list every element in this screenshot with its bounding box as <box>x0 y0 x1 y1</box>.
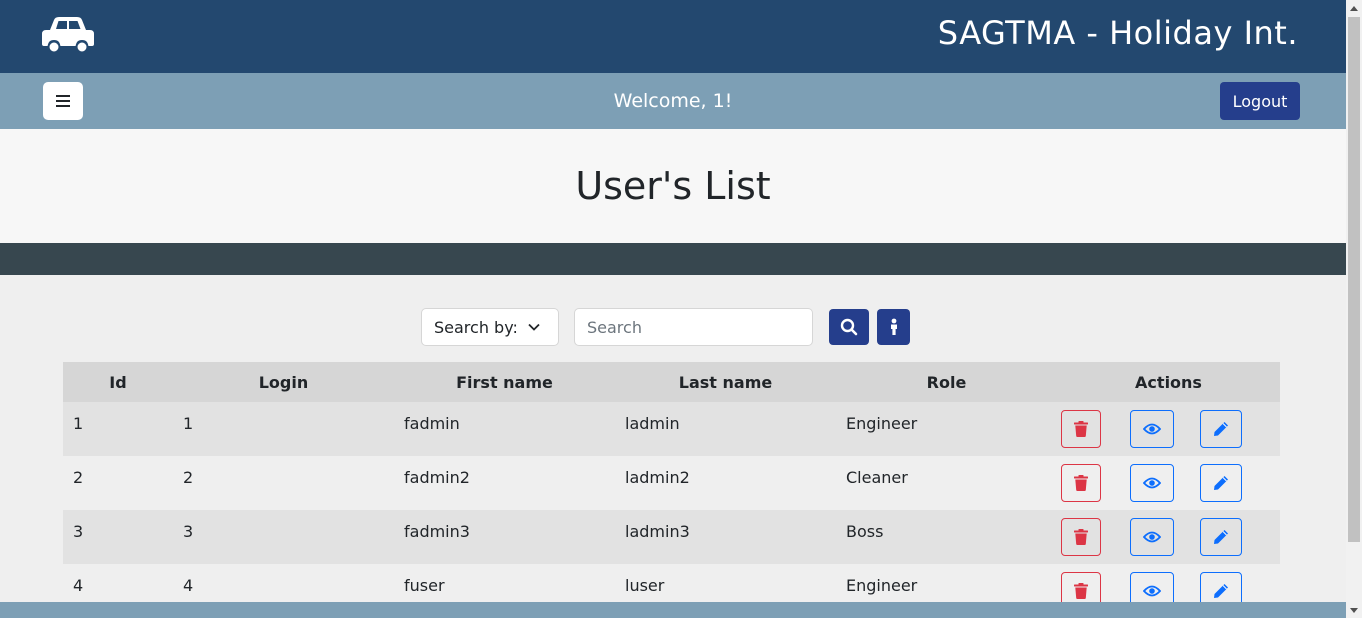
cell-actions <box>1057 402 1280 456</box>
cell-first-name: fadmin3 <box>404 522 470 541</box>
car-icon <box>42 17 94 54</box>
pencil-icon <box>1214 530 1228 544</box>
scrollbar-thumb[interactable] <box>1348 17 1360 542</box>
cell-login: 1 <box>183 414 194 433</box>
add-user-button[interactable] <box>877 309 910 345</box>
users-table: Id Login First name Last name Role Actio… <box>63 362 1280 618</box>
trash-icon <box>1074 529 1088 545</box>
pencil-icon <box>1214 584 1228 598</box>
footer-bar <box>0 602 1346 618</box>
cell-role: Engineer <box>846 414 918 433</box>
edit-button[interactable] <box>1200 518 1242 556</box>
eye-icon <box>1143 531 1161 543</box>
cell-actions <box>1057 456 1280 510</box>
top-header: SAGTMA - Holiday Int. <box>0 0 1346 73</box>
person-icon <box>890 318 897 335</box>
page-header: User's List <box>0 129 1346 243</box>
cell-id: 2 <box>73 468 84 487</box>
scroll-down-arrow-icon[interactable] <box>1346 602 1362 618</box>
table-row[interactable]: 3 3 fadmin3 ladmin3 Boss <box>63 510 1280 564</box>
search-button[interactable] <box>829 309 869 345</box>
search-input[interactable] <box>574 308 813 346</box>
view-button[interactable] <box>1130 464 1174 502</box>
search-by-dropdown[interactable]: Search by: <box>421 308 559 346</box>
app-title: SAGTMA - Holiday Int. <box>937 14 1298 52</box>
column-header-role[interactable]: Role <box>836 362 1057 402</box>
cell-login: 2 <box>183 468 194 487</box>
table-header-row: Id Login First name Last name Role Actio… <box>63 362 1280 402</box>
cell-first-name: fadmin2 <box>404 468 470 487</box>
cell-first-name: fadmin <box>404 414 460 433</box>
eye-icon <box>1143 423 1161 435</box>
vertical-scrollbar[interactable] <box>1346 0 1362 618</box>
page-title: User's List <box>575 164 771 208</box>
cell-last-name: ladmin <box>625 414 680 433</box>
pencil-icon <box>1214 476 1228 490</box>
eye-icon <box>1143 585 1161 597</box>
divider-band <box>0 243 1346 275</box>
cell-role: Boss <box>846 522 884 541</box>
column-header-login[interactable]: Login <box>173 362 394 402</box>
table-row[interactable]: 2 2 fadmin2 ladmin2 Cleaner <box>63 456 1280 510</box>
search-icon <box>840 318 858 336</box>
delete-button[interactable] <box>1061 464 1101 502</box>
table-row[interactable]: 1 1 fadmin ladmin Engineer <box>63 402 1280 456</box>
chevron-down-icon <box>528 323 540 331</box>
column-header-actions: Actions <box>1135 372 1202 392</box>
welcome-message: Welcome, 1! <box>613 90 733 112</box>
cell-last-name: ladmin3 <box>625 522 690 541</box>
cell-id: 3 <box>73 522 84 541</box>
edit-button[interactable] <box>1200 410 1242 448</box>
sub-header: Welcome, 1! Logout <box>0 73 1346 129</box>
cell-login: 3 <box>183 522 194 541</box>
logout-button[interactable]: Logout <box>1220 82 1300 120</box>
delete-button[interactable] <box>1061 410 1101 448</box>
search-by-label: Search by: <box>434 317 518 337</box>
view-button[interactable] <box>1130 410 1174 448</box>
column-header-id[interactable]: Id <box>63 362 173 402</box>
trash-icon <box>1074 475 1088 491</box>
trash-icon <box>1074 583 1088 599</box>
delete-button[interactable] <box>1061 518 1101 556</box>
view-button[interactable] <box>1130 518 1174 556</box>
edit-button[interactable] <box>1200 464 1242 502</box>
cell-role: Cleaner <box>846 468 908 487</box>
column-header-last-name[interactable]: Last name <box>615 362 836 402</box>
cell-last-name: ladmin2 <box>625 468 690 487</box>
trash-icon <box>1074 421 1088 437</box>
scroll-up-arrow-icon[interactable] <box>1346 0 1362 16</box>
cell-actions <box>1057 510 1280 564</box>
pencil-icon <box>1214 422 1228 436</box>
eye-icon <box>1143 477 1161 489</box>
column-header-first-name[interactable]: First name <box>394 362 615 402</box>
cell-id: 1 <box>73 414 84 433</box>
